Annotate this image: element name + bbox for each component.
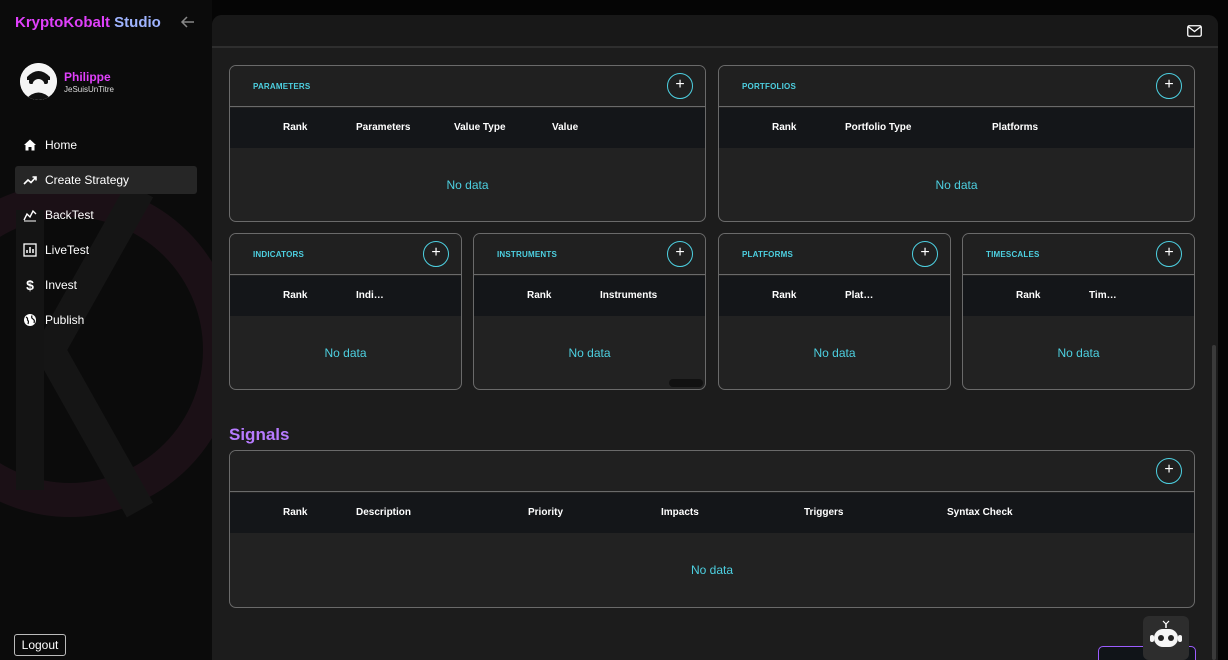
sidebar: KryptoKobalt Studio Philippe JeSuisUnTit…	[0, 0, 212, 660]
sidebar-item-backtest[interactable]: BackTest	[15, 201, 197, 229]
add-platform-button[interactable]: +	[912, 241, 938, 267]
sidebar-item-invest[interactable]: $ Invest	[15, 271, 197, 299]
bar-chart-icon	[23, 243, 37, 257]
column-header: Plat…	[845, 290, 874, 301]
empty-state: No data	[813, 345, 856, 360]
empty-state: No data	[324, 345, 367, 360]
add-timescale-button[interactable]: +	[1156, 241, 1182, 267]
card-title: TIMESCALES	[986, 250, 1040, 259]
column-header: Priority	[528, 507, 564, 518]
column-header: Impacts	[661, 507, 699, 518]
sidebar-item-label: Invest	[45, 278, 78, 292]
card-title: INSTRUMENTS	[497, 250, 557, 259]
table-header: Rank Instruments	[474, 276, 705, 316]
table-header: Rank Tim…	[963, 276, 1194, 316]
platforms-card: PLATFORMS + Rank Plat… No data	[718, 233, 951, 390]
portfolios-card: PORTFOLIOS + Rank Portfolio Type Platfor…	[718, 65, 1195, 222]
sidebar-nav: Home Create Strategy BackTest LiveTest $…	[15, 131, 197, 341]
indicators-card: INDICATORS + Rank Indi… No data	[229, 233, 462, 390]
table-header: Rank Indi…	[230, 276, 461, 316]
table-header: Rank Portfolio Type Platforms	[719, 108, 1194, 148]
empty-state: No data	[446, 177, 489, 192]
column-header: Description	[356, 507, 412, 518]
globe-icon	[23, 313, 37, 327]
add-instrument-button[interactable]: +	[667, 241, 693, 267]
column-header: Triggers	[804, 507, 844, 518]
sidebar-item-label: LiveTest	[45, 243, 90, 257]
sidebar-item-create-strategy[interactable]: Create Strategy	[15, 166, 197, 194]
sidebar-item-publish[interactable]: Publish	[15, 306, 197, 334]
sidebar-item-home[interactable]: Home	[15, 131, 197, 159]
column-header: Parameters	[356, 122, 411, 133]
table-header: Rank Parameters Value Type Value	[230, 108, 705, 148]
app-title-brand: KryptoKobalt	[15, 14, 110, 31]
column-header: Rank	[772, 122, 797, 133]
column-header: Value Type	[454, 122, 506, 133]
mail-icon[interactable]	[1187, 25, 1202, 37]
top-bar	[212, 15, 1218, 48]
sidebar-item-label: Create Strategy	[45, 173, 130, 187]
column-header: Rank	[1016, 290, 1041, 301]
sidebar-item-label: Publish	[45, 313, 85, 327]
column-header: Platforms	[992, 122, 1039, 133]
card-title: PORTFOLIOS	[742, 82, 796, 91]
instruments-card: INSTRUMENTS + Rank Instruments No data	[473, 233, 706, 390]
column-header: Tim…	[1089, 290, 1117, 301]
add-signal-button[interactable]: +	[1156, 458, 1182, 484]
card-title: PLATFORMS	[742, 250, 793, 259]
user-name: Philippe	[64, 69, 111, 84]
column-header: Rank	[527, 290, 552, 301]
column-header: Rank	[283, 507, 308, 518]
user-handle: JeSuisUnTitre	[64, 84, 114, 94]
main-panel: PARAMETERS + Rank Parameters Value Type …	[212, 15, 1218, 660]
add-parameter-button[interactable]: +	[667, 73, 693, 99]
app-title-suffix: Studio	[110, 14, 161, 31]
column-header: Rank	[772, 290, 797, 301]
column-header: Portfolio Type	[845, 122, 912, 133]
dollar-icon: $	[26, 277, 34, 293]
trending-up-icon	[23, 173, 37, 187]
signals-title: Signals	[229, 425, 290, 444]
logout-button[interactable]: Logout	[14, 634, 66, 656]
table-header: Rank Plat…	[719, 276, 950, 316]
robot-icon	[1150, 620, 1182, 647]
collapse-sidebar-arrow-icon[interactable]	[180, 14, 198, 32]
timescales-card: TIMESCALES + Rank Tim… No data	[962, 233, 1195, 390]
assistant-bot-button[interactable]	[1143, 616, 1189, 660]
column-header: Value	[552, 122, 579, 133]
app-title: KryptoKobalt Studio	[15, 14, 161, 31]
column-header: Instruments	[600, 290, 658, 301]
column-header: Syntax Check	[947, 507, 1013, 518]
add-portfolio-button[interactable]: +	[1156, 73, 1182, 99]
empty-state: No data	[690, 563, 734, 577]
user-profile[interactable]: Philippe JeSuisUnTitre	[20, 63, 114, 100]
sidebar-item-livetest[interactable]: LiveTest	[15, 236, 197, 264]
table-header: Rank Description Priority Impacts Trigge…	[230, 493, 1194, 533]
signals-card: + Rank Description Priority Impacts Trig…	[229, 450, 1195, 608]
avatar	[20, 63, 57, 100]
sidebar-item-label: Home	[45, 138, 78, 152]
sidebar-item-label: BackTest	[45, 208, 94, 222]
chart-line-icon	[23, 208, 37, 222]
column-header: Rank	[283, 290, 308, 301]
vertical-scrollbar[interactable]	[1212, 345, 1216, 660]
column-header: Indi…	[356, 290, 384, 301]
horizontal-scrollbar[interactable]	[669, 379, 703, 387]
parameters-card: PARAMETERS + Rank Parameters Value Type …	[229, 65, 706, 222]
card-title: INDICATORS	[253, 250, 305, 259]
empty-state: No data	[1057, 345, 1100, 360]
add-indicator-button[interactable]: +	[423, 241, 449, 267]
empty-state: No data	[935, 177, 978, 192]
empty-state: No data	[568, 345, 611, 360]
card-title: PARAMETERS	[253, 82, 311, 91]
column-header: Rank	[283, 122, 308, 133]
home-icon	[23, 138, 37, 152]
